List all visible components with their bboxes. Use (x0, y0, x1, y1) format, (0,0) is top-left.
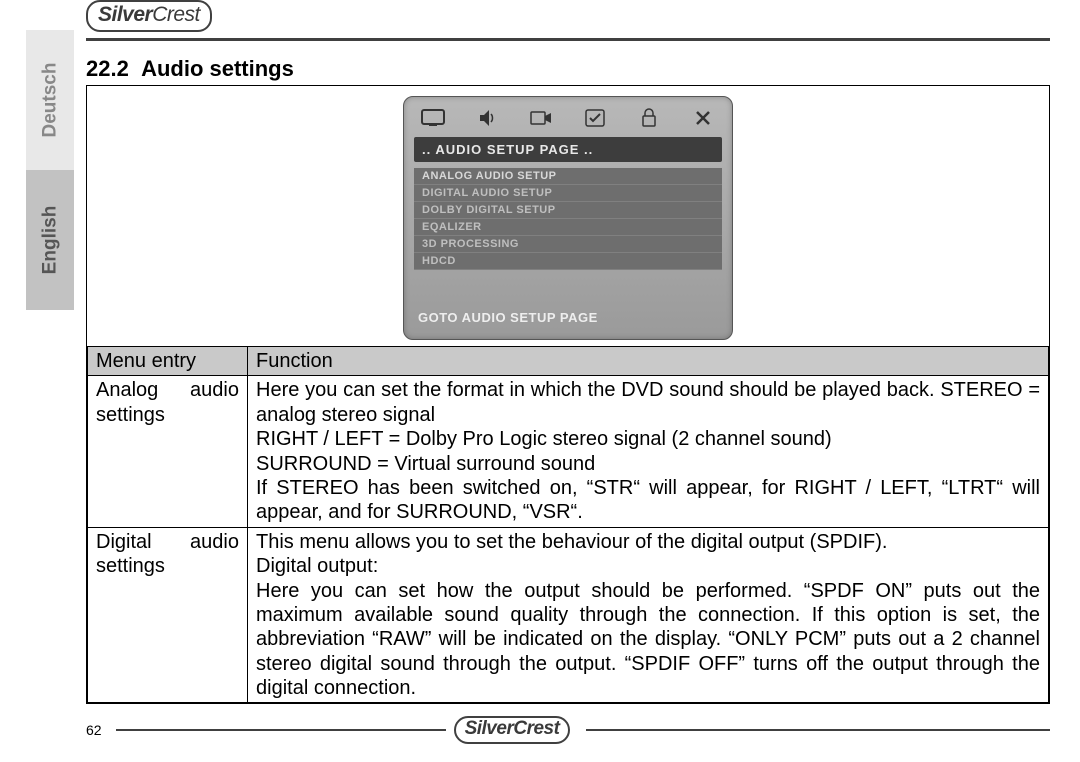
lang-label: Deutsch (39, 63, 61, 138)
osd-item: DIGITAL AUDIO SETUP (414, 185, 722, 202)
table-row: Analog audio settings Here you can set t… (88, 376, 1049, 527)
close-icon (690, 107, 716, 129)
cell-entry: Analog audio settings (88, 376, 248, 527)
tv-icon (420, 107, 446, 129)
footer-brand-logo: SilverCrest (454, 716, 571, 744)
footer-rule (116, 729, 446, 732)
lang-tab-english[interactable]: English (26, 170, 74, 310)
header-rule (86, 38, 1050, 41)
lang-tab-deutsch[interactable]: Deutsch (26, 30, 74, 170)
cell-function: Here you can set the format in which the… (248, 376, 1049, 527)
language-tabs: Deutsch English (26, 30, 74, 310)
section-title-text: Audio settings (141, 56, 294, 81)
check-icon (582, 107, 608, 129)
osd-item: DOLBY DIGITAL SETUP (414, 202, 722, 219)
col-header-entry: Menu entry (88, 347, 248, 376)
speaker-icon (474, 107, 500, 129)
osd-screenshot: .. AUDIO SETUP PAGE .. ANALOG AUDIO SETU… (87, 86, 1049, 346)
page-footer: 62 SilverCrest (86, 716, 1050, 744)
osd-item: EQALIZER (414, 219, 722, 236)
col-header-function: Function (248, 347, 1049, 376)
page-number: 62 (86, 722, 102, 738)
footer-rule (586, 729, 1050, 732)
manual-page: Deutsch English SilverCrest 22.2 Audio s… (0, 0, 1080, 762)
section-heading: 22.2 Audio settings (86, 56, 294, 82)
cell-entry: Digital audio settings (88, 527, 248, 703)
table-row: Digital audio settings This menu allows … (88, 527, 1049, 703)
osd-title: .. AUDIO SETUP PAGE .. (414, 137, 722, 162)
content-frame: .. AUDIO SETUP PAGE .. ANALOG AUDIO SETU… (86, 85, 1050, 704)
page-header: SilverCrest (86, 0, 1050, 41)
settings-table: Menu entry Function Analog audio setting… (87, 346, 1049, 703)
lang-label: English (39, 206, 61, 275)
osd-item: HDCD (414, 253, 722, 270)
osd-item: ANALOG AUDIO SETUP (414, 168, 722, 185)
brand-logo: SilverCrest (86, 0, 212, 32)
osd-icon-row (414, 105, 722, 137)
cell-function: This menu allows you to set the behaviou… (248, 527, 1049, 703)
osd-footer: GOTO AUDIO SETUP PAGE (414, 310, 722, 325)
section-number: 22.2 (86, 56, 129, 81)
osd-item: 3D PROCESSING (414, 236, 722, 253)
lock-icon (636, 107, 662, 129)
osd-menu-list: ANALOG AUDIO SETUP DIGITAL AUDIO SETUP D… (414, 168, 722, 270)
video-icon (528, 107, 554, 129)
